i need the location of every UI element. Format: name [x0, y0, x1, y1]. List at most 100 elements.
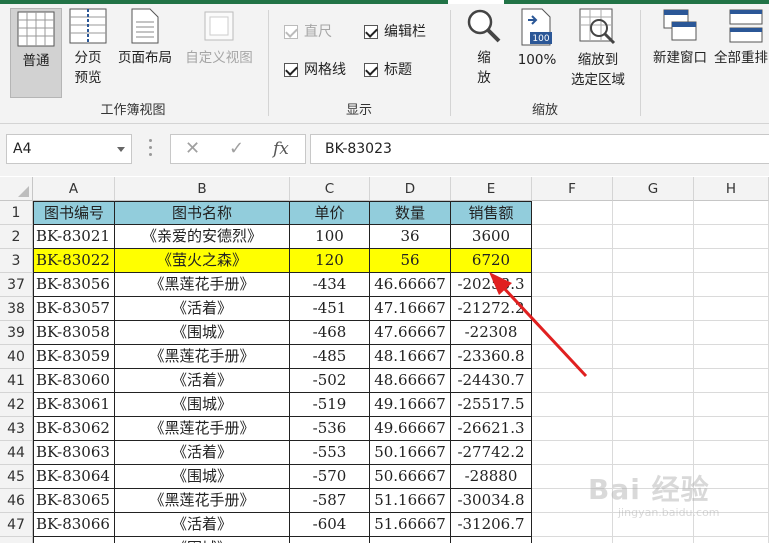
cell-c[interactable]: -468 [290, 321, 370, 345]
page-layout-button[interactable]: 页面布局 [114, 8, 176, 68]
cell-b[interactable]: 《活着》 [115, 369, 290, 393]
cell-d[interactable]: 46.66667 [370, 273, 451, 297]
cell-a[interactable]: BK-83061 [33, 393, 115, 417]
zoom-button[interactable]: 缩 放 [464, 8, 504, 88]
cell-d[interactable]: 数量 [370, 201, 451, 225]
cell-c[interactable]: 单价 [290, 201, 370, 225]
cell-d[interactable]: 49.16667 [370, 393, 451, 417]
cell-e[interactable]: 6720 [451, 249, 532, 273]
cell-c[interactable]: -485 [290, 345, 370, 369]
headings-checkbox[interactable]: 标题 [364, 60, 412, 80]
row-header[interactable]: 40 [0, 345, 33, 369]
cell-e[interactable]: -25517.5 [451, 393, 532, 417]
row-header[interactable]: 41 [0, 369, 33, 393]
cell-e[interactable]: 销售额 [451, 201, 532, 225]
cancel-icon[interactable]: ✕ [185, 135, 200, 163]
row-header[interactable]: 46 [0, 489, 33, 513]
cell-e[interactable]: -31206.7 [451, 513, 532, 537]
cell-g[interactable] [613, 273, 694, 297]
cell-b[interactable]: 《黑莲花手册》 [115, 273, 290, 297]
cell-h[interactable] [694, 201, 769, 225]
row-header[interactable]: 2 [0, 225, 33, 249]
zoom-to-selection-button[interactable]: 缩放到 选定区域 [564, 8, 632, 90]
cell-g[interactable] [613, 417, 694, 441]
name-box[interactable]: A4 [6, 134, 132, 164]
cell-d[interactable]: 36 [370, 225, 451, 249]
cell-h[interactable] [694, 249, 769, 273]
column-header-e[interactable]: E [451, 177, 532, 201]
cell-d[interactable]: 48.66667 [370, 369, 451, 393]
cell-b[interactable]: 《围城》 [115, 393, 290, 417]
confirm-icon[interactable]: ✓ [229, 135, 244, 163]
row-header[interactable]: 42 [0, 393, 33, 417]
cell-g[interactable] [613, 201, 694, 225]
column-header-a[interactable]: A [33, 177, 115, 201]
cell-a[interactable]: BK-83062 [33, 417, 115, 441]
cell-g[interactable] [613, 249, 694, 273]
cell-c[interactable]: -536 [290, 417, 370, 441]
cell-e[interactable]: -28880 [451, 465, 532, 489]
row-header[interactable]: 3 [0, 249, 33, 273]
cell-e[interactable]: 3600 [451, 225, 532, 249]
cell-c[interactable]: -570 [290, 465, 370, 489]
cell-f[interactable] [532, 393, 613, 417]
cell-e[interactable] [451, 537, 532, 543]
cell-h[interactable] [694, 345, 769, 369]
cell-e[interactable]: -21272.2 [451, 297, 532, 321]
cell-a[interactable]: BK-83059 [33, 345, 115, 369]
row-header[interactable]: 47 [0, 513, 33, 537]
chevron-down-icon[interactable] [117, 147, 125, 152]
cell-a[interactable]: BK-83022 [33, 249, 115, 273]
cell-h[interactable] [694, 321, 769, 345]
cell-h[interactable] [694, 297, 769, 321]
row-header[interactable]: 44 [0, 441, 33, 465]
cell-a[interactable]: BK-83065 [33, 489, 115, 513]
cell-e[interactable]: -30034.8 [451, 489, 532, 513]
cell-c[interactable]: -587 [290, 489, 370, 513]
cell-f[interactable] [532, 273, 613, 297]
cell-c[interactable]: -519 [290, 393, 370, 417]
cell-d[interactable]: 47.16667 [370, 297, 451, 321]
cell-b[interactable]: 《围城》 [115, 537, 290, 543]
row-header[interactable]: 38 [0, 297, 33, 321]
cell-e[interactable]: -27742.2 [451, 441, 532, 465]
column-header-h[interactable]: H [694, 177, 769, 201]
column-header-g[interactable]: G [613, 177, 694, 201]
cell-a[interactable]: BK-83063 [33, 441, 115, 465]
cell-c[interactable]: -451 [290, 297, 370, 321]
page-break-preview-button[interactable]: 分页 预览 [68, 8, 108, 88]
cell-b[interactable]: 《黑莲花手册》 [115, 417, 290, 441]
cell-b[interactable]: 《围城》 [115, 465, 290, 489]
cell-h[interactable] [694, 369, 769, 393]
cell-g[interactable] [613, 345, 694, 369]
row-header[interactable]: 39 [0, 321, 33, 345]
formula-input[interactable]: BK-83023 [310, 134, 769, 164]
cell-c[interactable] [290, 537, 370, 543]
cell-b[interactable]: 《黑莲花手册》 [115, 489, 290, 513]
cell-a[interactable]: BK-83021 [33, 225, 115, 249]
arrange-all-button[interactable]: 全部重排 [714, 8, 769, 68]
row-header[interactable]: 43 [0, 417, 33, 441]
cell-d[interactable]: 50.16667 [370, 441, 451, 465]
new-window-button[interactable]: 新建窗口 [648, 8, 712, 68]
custom-views-button[interactable]: 自定义视图 [180, 8, 258, 68]
cell-c[interactable]: 100 [290, 225, 370, 249]
zoom-100-button[interactable]: 100 100% [514, 8, 560, 70]
cell-a[interactable] [33, 537, 115, 543]
cell-e[interactable]: -26621.3 [451, 417, 532, 441]
cell-h[interactable] [694, 273, 769, 297]
cell-e[interactable]: -24430.7 [451, 369, 532, 393]
cell-b[interactable]: 《亲爱的安德烈》 [115, 225, 290, 249]
cell-e[interactable]: -23360.8 [451, 345, 532, 369]
cell-f[interactable] [532, 441, 613, 465]
select-all-corner[interactable] [0, 177, 33, 201]
insert-function-icon[interactable]: fx [273, 135, 289, 163]
row-header[interactable]: 1 [0, 201, 33, 225]
cell-b[interactable]: 《黑莲花手册》 [115, 345, 290, 369]
cell-a[interactable]: BK-83066 [33, 513, 115, 537]
gridlines-checkbox[interactable]: 网格线 [284, 60, 346, 80]
cell-f[interactable] [532, 249, 613, 273]
cell-f[interactable] [532, 369, 613, 393]
cell-f[interactable] [532, 537, 613, 543]
cell-b[interactable]: 《萤火之森》 [115, 249, 290, 273]
